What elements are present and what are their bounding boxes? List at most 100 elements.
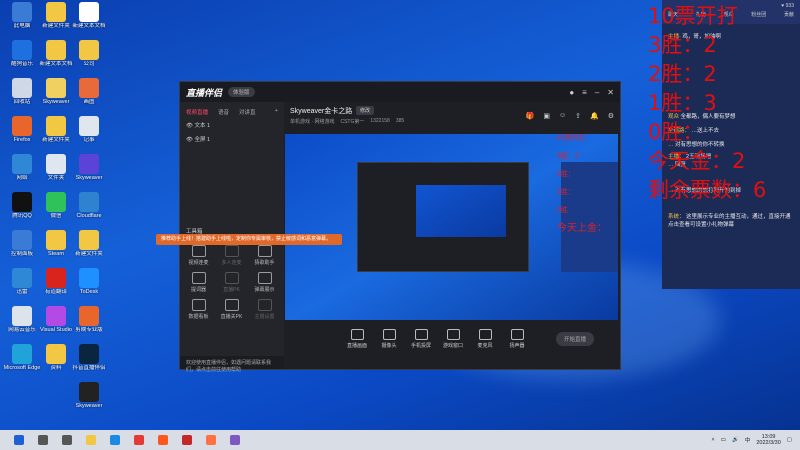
version-badge[interactable]: 体验版 — [228, 87, 255, 97]
toolbar-button[interactable]: 麦克风 — [474, 329, 496, 349]
kugou-icon — [12, 40, 32, 60]
live-icon[interactable] — [230, 435, 240, 445]
desktop-icon[interactable]: 控制面板 — [3, 230, 41, 266]
app2-icon[interactable] — [182, 435, 192, 445]
network-icon[interactable]: ▭ — [721, 437, 726, 443]
toolbar-icon — [414, 329, 428, 340]
tool-button[interactable]: 弹幕展示 — [248, 272, 281, 293]
tray-up-icon[interactable]: ˄ — [712, 437, 715, 443]
explorer-icon[interactable] — [86, 435, 96, 445]
avatar-icon[interactable]: ● — [569, 88, 574, 97]
edit-button[interactable]: 修改 — [356, 106, 375, 115]
desktop-icon[interactable]: 抖音直播伴侣 — [70, 344, 108, 380]
desktop-icon[interactable]: 腾讯QQ — [3, 192, 41, 228]
tab-talk[interactable]: 对讲直 — [239, 108, 256, 116]
close-icon[interactable]: ✕ — [607, 88, 614, 97]
add-tab-icon[interactable]: + — [275, 108, 278, 116]
preview-nested-window — [357, 162, 529, 272]
toolbar-button[interactable]: 游戏窗口 — [442, 329, 464, 349]
share-icon[interactable]: ⇪ — [575, 112, 581, 120]
status-bar: 欢迎使用直播伴侣，如遇问题请联系我们，请点击前往使用帮助 — [180, 356, 284, 373]
gear-icon[interactable]: ⚙ — [608, 112, 614, 120]
desktop-icon[interactable]: 网络 — [3, 154, 41, 190]
desktop-icon[interactable]: Skyweaver — [70, 382, 108, 418]
volume-icon[interactable]: 🔊 — [732, 437, 739, 443]
toolbar-button[interactable]: 直播画面 — [346, 329, 368, 349]
minimize-icon[interactable]: – — [595, 88, 599, 97]
app-icon[interactable] — [158, 435, 168, 445]
shop-icon[interactable]: ▣ — [543, 112, 550, 120]
xunlei-icon — [12, 268, 32, 288]
notification-icon[interactable]: ▢ — [787, 437, 792, 443]
toolbar-button[interactable]: 摄像头 — [378, 329, 400, 349]
stream-preview[interactable]: 10票开打 3胜：2 2胜： 1胜： 0胜 今天上金： — [285, 134, 618, 320]
tool-button[interactable]: 数据看板 — [182, 299, 215, 320]
preview-nested-inner — [416, 185, 506, 237]
left-tabs: 视频直播 语音 对讲直 + — [180, 102, 284, 118]
tool-button[interactable]: 视频连麦 — [182, 245, 215, 266]
desktop-icon[interactable]: Cloudflare — [70, 192, 108, 228]
ime-indicator[interactable]: 中 — [745, 436, 751, 444]
eye-icon[interactable]: 👁 — [186, 123, 193, 129]
desktop-icon-label: 记事 — [83, 137, 95, 143]
qq-icon[interactable] — [206, 435, 216, 445]
desktop-icon[interactable]: Firefox — [3, 116, 41, 152]
preview-overlay-2: 3胜：2 — [557, 153, 579, 160]
desktop-icon-label: 控制面板 — [10, 251, 33, 257]
browser-icon[interactable] — [110, 435, 120, 445]
tool-button[interactable]: 提词器 — [182, 272, 215, 293]
tool-button[interactable]: 多人连麦 — [215, 245, 248, 266]
app-titlebar: 直播伴侣 体验版 ● ≡ – ✕ — [180, 82, 620, 102]
tool-label: 多人连麦 — [221, 260, 242, 266]
toolbar-button[interactable]: 扬声器 — [506, 329, 528, 349]
chat-tab[interactable]: 粉丝团 — [751, 11, 766, 18]
chrome-icon[interactable] — [134, 435, 144, 445]
desktop-icon[interactable]: 新建文件夹 — [70, 230, 108, 266]
desktop-icon[interactable]: ToDesk — [70, 268, 108, 304]
desktop-icon-label: 迅雷 — [16, 289, 28, 295]
tool-icon — [191, 245, 206, 257]
desktop-icon-label: 新建文件夹 — [75, 251, 103, 257]
taskview-icon[interactable] — [62, 435, 72, 445]
scene-item[interactable]: 👁 文本 1 — [180, 118, 284, 132]
tab-voice[interactable]: 语音 — [218, 108, 229, 116]
network-icon — [12, 154, 32, 174]
desktop-icon-label: Skyweaver — [75, 403, 103, 409]
tool-button[interactable]: 猜歌助手 — [248, 245, 281, 266]
desktop-icon[interactable]: 剪映专业版 — [70, 306, 108, 342]
gift-icon[interactable]: 🎁 — [526, 112, 535, 120]
tool-button[interactable]: 直播PK — [215, 272, 248, 293]
menu-icon[interactable]: ≡ — [582, 88, 587, 97]
chat-tab[interactable]: 贡献 — [784, 11, 794, 18]
desktop-icon[interactable]: 迅雷 — [3, 268, 41, 304]
desktop-icon-label: 腾讯QQ — [12, 213, 32, 219]
tool-button[interactable]: 直播关PK — [215, 299, 248, 320]
desktop-icon[interactable]: 画图 — [70, 78, 108, 114]
desktop-icon[interactable]: 此电脑 — [3, 2, 41, 38]
toolbar-button[interactable]: 手机投屏 — [410, 329, 432, 349]
viewer-count: 933 — [785, 3, 794, 9]
scene-item[interactable]: 👁 全屏 1 — [180, 132, 284, 146]
desktop-icon[interactable]: Skyweaver — [70, 154, 108, 190]
tab-video[interactable]: 视频直播 — [186, 108, 208, 116]
tool-button[interactable]: 主题设置 — [248, 299, 281, 320]
bell-icon[interactable]: 🔔 — [590, 112, 599, 120]
people-icon[interactable]: ☺ — [559, 112, 566, 120]
desktop-icon[interactable]: 回收站 — [3, 78, 41, 114]
search-icon[interactable] — [38, 435, 48, 445]
start-live-button[interactable]: 开始直播 — [556, 332, 595, 346]
desktop-icon-label: 新建文本文档 — [72, 23, 106, 29]
desktop-icon[interactable]: 公司 — [70, 40, 108, 76]
eye-icon[interactable]: 👁 — [186, 137, 193, 143]
tip-banner[interactable]: 推荐助手上线！搭建助手上线啦，定制你专属审核，禁止敏感词和恶意弹幕。 — [156, 234, 342, 245]
desktop-icon[interactable]: 网易云音乐 — [3, 306, 41, 342]
desktop-icon[interactable]: Microsoft Edge — [3, 344, 41, 380]
clock[interactable]: 13:09 2022/3/30 — [756, 434, 780, 446]
desktop-icon[interactable]: 新建文本文档 — [70, 2, 108, 38]
chat-message: 系统： 这里展示专业的主播互动，通过，直接开通 — [668, 212, 791, 220]
windows-icon[interactable] — [14, 435, 24, 445]
desktop-icon[interactable]: 酷狗音乐 — [3, 40, 41, 76]
desktop-icon[interactable]: 记事 — [70, 116, 108, 152]
system-tray: ˄ ▭ 🔊 中 13:09 2022/3/30 ▢ — [712, 434, 800, 446]
recycle-bin-icon — [12, 78, 32, 98]
